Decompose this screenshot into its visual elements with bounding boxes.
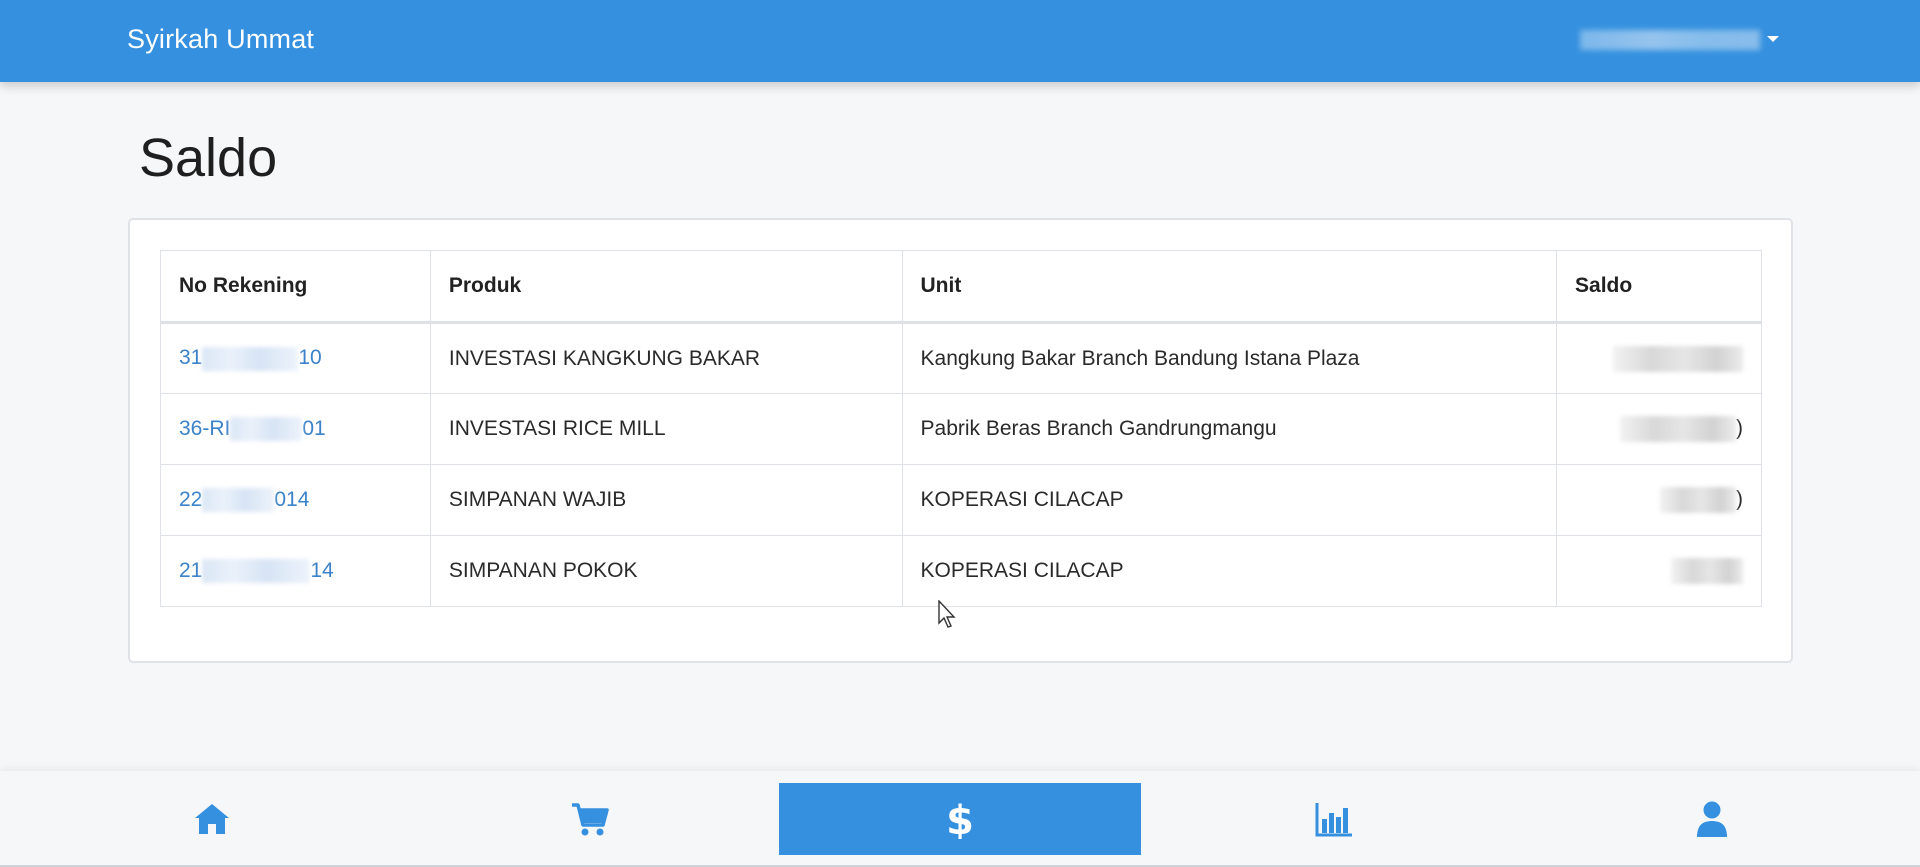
table-row: 31 10 INVESTASI KANGKUNG BAKAR Kangkung B… — [160, 322, 1762, 394]
chevron-down-icon — [1767, 36, 1779, 42]
table-row: 36-RI 01 INVESTASI RICE MILL Pabrik Beras… — [160, 393, 1762, 465]
cell-produk: SIMPANAN POKOK — [429, 535, 903, 607]
top-navbar: Syirkah Ummat — [0, 0, 1920, 82]
bar-chart-icon — [1315, 803, 1352, 837]
cell-unit: KOPERASI CILACAP — [901, 535, 1558, 607]
account-link[interactable]: 31 10 — [179, 346, 322, 371]
cell-unit: Kangkung Bakar Branch Bandung Istana Pla… — [901, 322, 1558, 394]
saldo-redacted — [1671, 558, 1743, 584]
saldo-table: No Rekening Produk Unit Saldo 31 10 INVES… — [160, 250, 1762, 607]
user-menu-dropdown[interactable] — [1580, 28, 1780, 50]
table-header-row: No Rekening Produk Unit Saldo — [160, 250, 1762, 324]
header-produk: Produk — [429, 250, 903, 324]
saldo-redacted — [1613, 345, 1743, 372]
cell-saldo — [1556, 322, 1762, 394]
account-prefix: 22 — [179, 487, 203, 511]
account-suffix: 14 — [310, 558, 334, 582]
nav-cart-button[interactable] — [409, 783, 771, 855]
cell-saldo — [1556, 535, 1762, 607]
header-saldo: Saldo — [1556, 250, 1762, 324]
account-redacted — [202, 559, 311, 584]
cell-produk: SIMPANAN WAJIB — [429, 464, 903, 536]
account-prefix: 21 — [179, 558, 203, 582]
account-link[interactable]: 36-RI 01 — [179, 416, 326, 442]
cell-produk: INVESTASI KANGKUNG BAKAR — [429, 322, 903, 394]
cell-unit: Pabrik Beras Branch Gandrungmangu — [901, 393, 1558, 465]
saldo-card: No Rekening Produk Unit Saldo 31 10 INVES… — [128, 218, 1793, 663]
saldo-redacted — [1620, 416, 1736, 442]
user-icon — [1697, 801, 1727, 837]
bottom-navigation: $ — [0, 771, 1920, 867]
table-row: 22 014 SIMPANAN WAJIB KOPERASI CILACAP ) — [160, 464, 1762, 536]
svg-text:$: $ — [946, 799, 974, 839]
saldo-tail: ) — [1736, 416, 1743, 440]
account-suffix: 10 — [298, 346, 322, 370]
nav-saldo-button[interactable]: $ — [779, 783, 1141, 855]
header-unit: Unit — [901, 250, 1558, 324]
account-prefix: 36-RI — [179, 416, 231, 440]
cell-unit: KOPERASI CILACAP — [901, 464, 1558, 536]
header-no-rekening: No Rekening — [160, 250, 431, 324]
account-redacted — [202, 346, 299, 371]
account-redacted — [202, 488, 275, 513]
nav-profile-button[interactable] — [1531, 783, 1893, 855]
cell-saldo: ) — [1556, 464, 1762, 536]
cell-produk: INVESTASI RICE MILL — [429, 393, 903, 465]
cell-no-rekening: 21 14 — [160, 535, 431, 607]
cell-no-rekening: 22 014 — [160, 464, 431, 536]
account-suffix: 014 — [274, 487, 310, 511]
dollar-icon: $ — [946, 799, 974, 839]
cart-icon — [572, 803, 609, 836]
account-suffix: 01 — [302, 416, 326, 440]
brand-link[interactable]: Syirkah Ummat — [127, 24, 314, 55]
cell-no-rekening: 31 10 — [160, 322, 431, 394]
cell-no-rekening: 36-RI 01 — [160, 393, 431, 465]
table-row: 21 14 SIMPANAN POKOK KOPERASI CILACAP — [160, 535, 1762, 607]
account-link[interactable]: 22 014 — [179, 487, 310, 513]
cell-saldo: ) — [1556, 393, 1762, 465]
account-redacted — [230, 417, 303, 442]
account-link[interactable]: 21 14 — [179, 558, 334, 584]
mouse-cursor-icon — [938, 600, 956, 628]
nav-report-button[interactable] — [1153, 783, 1515, 855]
saldo-tail: ) — [1736, 487, 1743, 511]
user-name-redacted — [1580, 30, 1760, 50]
account-prefix: 31 — [179, 346, 203, 370]
page-title: Saldo — [139, 128, 278, 188]
nav-home-button[interactable] — [31, 783, 393, 855]
home-icon — [195, 804, 229, 834]
saldo-redacted — [1660, 487, 1736, 513]
